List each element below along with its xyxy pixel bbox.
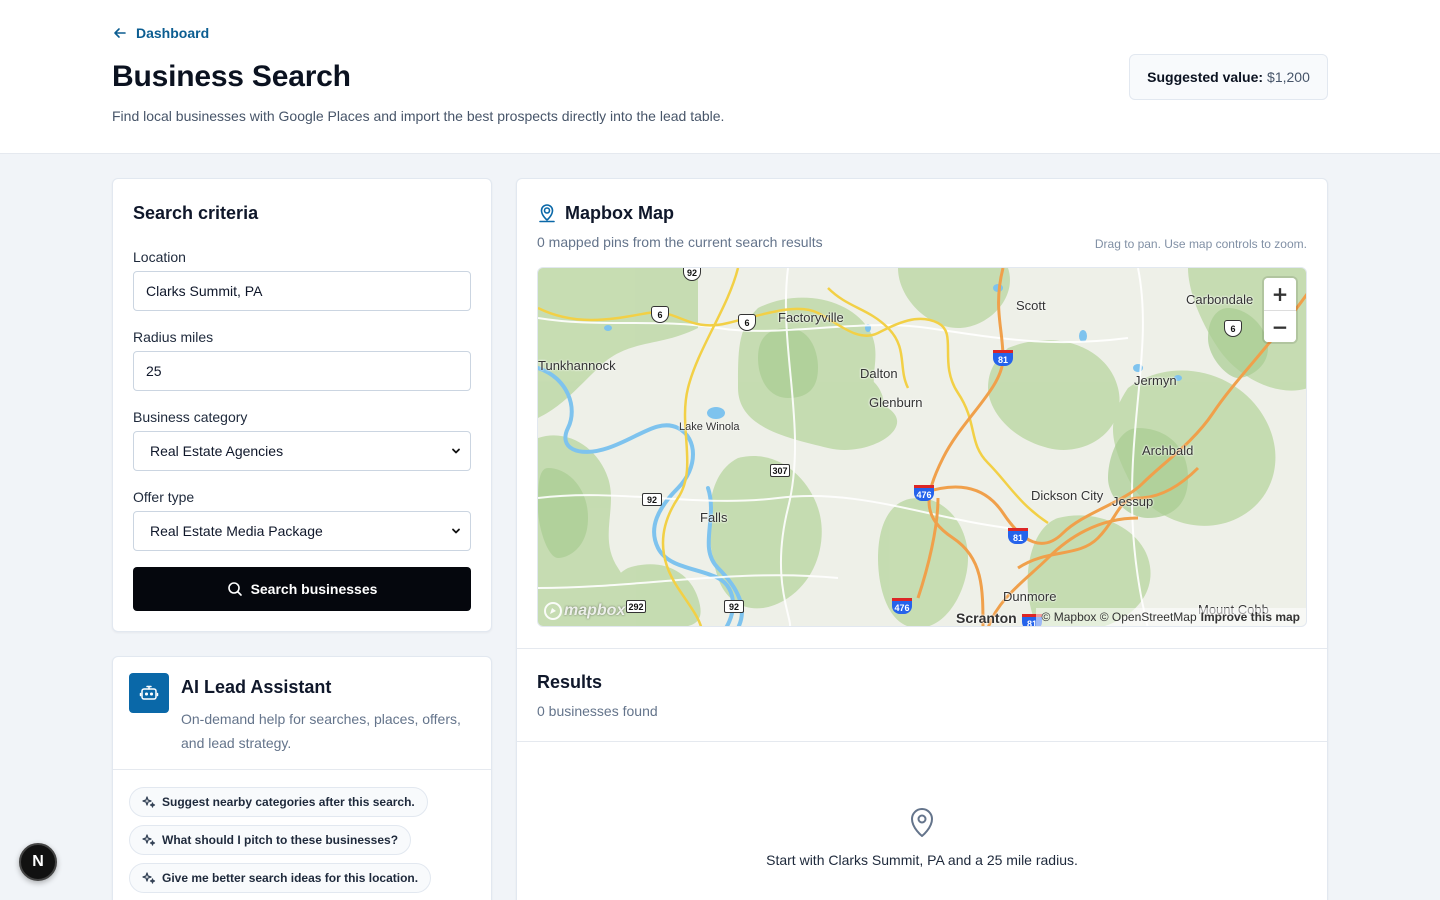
mapbox-logo[interactable]: mapbox (544, 602, 625, 620)
suggestion-chip-label: What should I pitch to these businesses? (162, 833, 399, 847)
map-place-label: Dalton (860, 366, 898, 381)
results-divider-bottom (517, 741, 1327, 742)
map-place-label: Glenburn (869, 395, 923, 410)
suggested-value-label: Suggested value: (1147, 69, 1264, 85)
suggestion-chip-label: Suggest nearby categories after this sea… (162, 795, 415, 809)
map-title: Mapbox Map (565, 203, 675, 223)
mapbox-logo-icon (544, 602, 562, 620)
search-criteria-card: Search criteria Location Radius miles Bu… (112, 178, 492, 632)
radius-input[interactable] (133, 351, 471, 391)
attribution-text[interactable]: © Mapbox © OpenStreetMap (1042, 610, 1197, 624)
chevron-down-icon (452, 528, 460, 534)
map-place-label: Jermyn (1134, 373, 1177, 388)
sparkles-icon (142, 872, 156, 884)
suggestion-chip[interactable]: Suggest nearby categories after this sea… (129, 787, 428, 817)
search-criteria-title: Search criteria (133, 203, 259, 223)
location-label: Location (133, 249, 186, 265)
map-place-label: Dunmore (1003, 589, 1057, 604)
category-select[interactable]: Real Estate Agencies (133, 431, 471, 471)
results-divider-top (517, 648, 1327, 649)
suggested-value-badge: Suggested value: $1,200 (1129, 54, 1328, 100)
map-hint: Drag to pan. Use map controls to zoom. (1094, 237, 1307, 251)
offer-type-selected-value: Real Estate Media Package (150, 523, 323, 539)
zoom-controls: + − (1264, 278, 1296, 342)
assistant-description: On-demand help for searches, places, off… (181, 711, 461, 751)
sparkles-icon (142, 796, 156, 808)
map-results-card: Mapbox Map 0 mapped pins from the curren… (516, 178, 1328, 900)
ai-lead-assistant-card: AI Lead Assistant On-demand help for sea… (112, 656, 492, 900)
map-place-label: Carbondale (1186, 292, 1254, 307)
map-place-label: Dickson City (1031, 488, 1104, 503)
suggestion-chip[interactable]: What should I pitch to these businesses? (129, 825, 412, 855)
map-place-label: Scott (1016, 298, 1046, 313)
back-to-dashboard-link[interactable]: Dashboard (112, 25, 209, 41)
map-subtitle: 0 mapped pins from the current search re… (537, 234, 823, 250)
improve-map-link[interactable]: Improve this map (1201, 610, 1300, 624)
results-count: 0 businesses found (537, 703, 658, 719)
route-shield: 476 (892, 598, 912, 614)
page-title: Business Search (112, 60, 351, 93)
map-pin-user-icon (539, 204, 555, 223)
framework-badge-letter: N (32, 853, 44, 870)
route-shield: 92 (724, 600, 744, 613)
map-place-label: Archbald (1142, 443, 1194, 458)
arrow-left-icon (114, 28, 126, 38)
results-empty-message: Start with Clarks Summit, PA and a 25 mi… (766, 852, 1078, 868)
map-place-label: Lake Winola (679, 421, 740, 433)
assistant-title: AI Lead Assistant (181, 677, 332, 697)
map-place-label: Tunkhannock (538, 358, 616, 373)
map-place-label: Falls (700, 510, 728, 525)
route-shield: 307 (770, 464, 790, 477)
sparkles-icon (142, 834, 156, 846)
framework-badge[interactable]: N (19, 843, 57, 881)
map-place-label: Jessup (1112, 494, 1154, 509)
chevron-down-icon (452, 448, 460, 454)
offer-type-label: Offer type (133, 489, 195, 505)
assistant-divider (113, 769, 491, 770)
results-title: Results (537, 672, 603, 692)
zoom-out-button[interactable]: − (1264, 310, 1296, 342)
bot-icon (129, 673, 169, 713)
map-canvas[interactable]: Factoryville Scott Carbondale Tunkhannock Da… (537, 267, 1307, 627)
page-header: Dashboard Business Search Find local bus… (0, 0, 1440, 154)
zoom-in-button[interactable]: + (1264, 278, 1296, 310)
route-shield: 476 (914, 485, 934, 501)
suggested-value-amount: $1,200 (1267, 69, 1310, 85)
route-shield: 81 (1008, 528, 1028, 544)
suggestion-chip[interactable]: Give me better search ideas for this loc… (129, 863, 432, 893)
map-pin-icon (911, 808, 933, 837)
category-selected-value: Real Estate Agencies (150, 443, 284, 459)
mapbox-logo-text: mapbox (564, 602, 626, 619)
route-shield: 292 (626, 600, 646, 613)
search-businesses-button[interactable]: Search businesses (133, 567, 471, 611)
back-link-label: Dashboard (136, 25, 210, 41)
category-label: Business category (133, 409, 248, 425)
search-button-label: Search businesses (250, 581, 378, 597)
map-place-label: Factoryville (778, 310, 844, 325)
search-icon (227, 582, 242, 596)
page-subtitle: Find local businesses with Google Places… (112, 108, 725, 124)
route-shield: 81 (993, 350, 1013, 366)
map-attribution: © Mapbox © OpenStreetMap Improve this ma… (1035, 608, 1306, 626)
route-shield: 92 (642, 493, 662, 506)
location-input[interactable] (133, 271, 471, 311)
offer-type-select[interactable]: Real Estate Media Package (133, 511, 471, 551)
radius-label: Radius miles (133, 329, 214, 345)
map-place-label: Scranton (956, 610, 1017, 626)
suggestion-chip-label: Give me better search ideas for this loc… (162, 871, 419, 885)
